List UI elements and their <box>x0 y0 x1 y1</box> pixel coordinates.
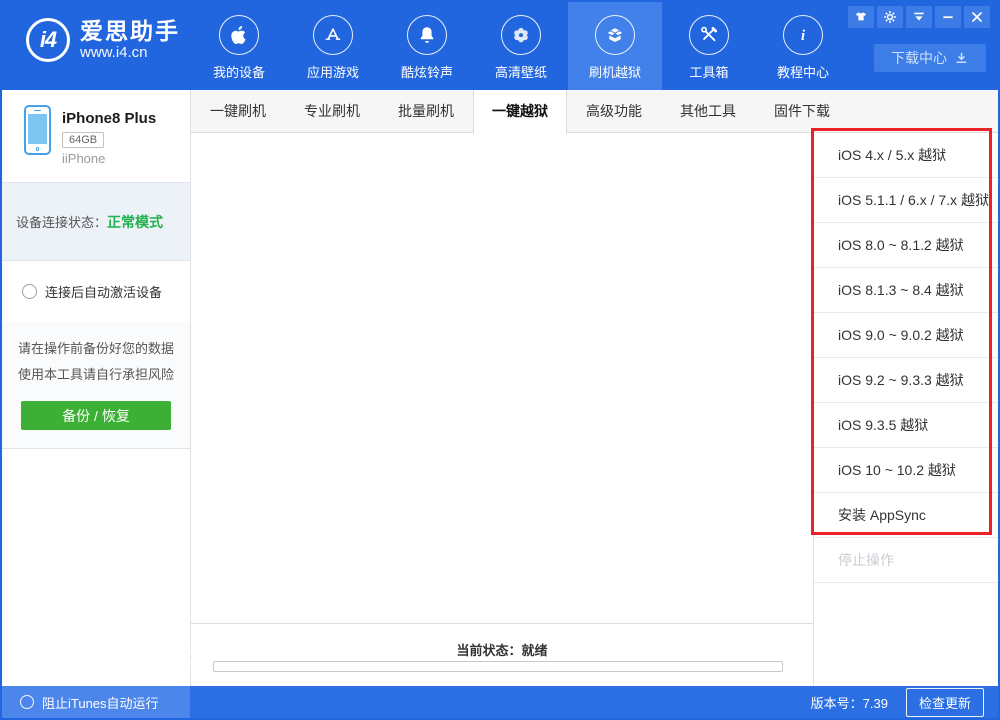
warning-line-1: 请在操作前备份好您的数据 <box>17 341 174 356</box>
tab-batch-flash[interactable]: 批量刷机 <box>379 90 473 133</box>
logo-text: 爱思助手 www.i4.cn <box>80 17 180 62</box>
auto-activate-option[interactable]: 连接后自动激活设备 <box>2 261 190 322</box>
tab-one-key-flash[interactable]: 一键刷机 <box>191 90 285 133</box>
current-status-text: 当前状态：就绪 <box>456 643 548 658</box>
connection-status-value: 正常模式 <box>107 213 164 230</box>
apple-icon <box>219 15 259 55</box>
nav-label: 刷机越狱 <box>588 65 641 80</box>
app-header: i4 爱思助手 www.i4.cn 我的设备 应用游戏 酷炫铃声 高清壁纸 刷机… <box>2 2 998 90</box>
backup-restore-button[interactable]: 备份 / 恢复 <box>21 401 171 430</box>
block-itunes-option[interactable]: 阻止iTunes自动运行 <box>2 686 190 718</box>
phone-speaker <box>34 109 41 112</box>
nav-label: 高清壁纸 <box>494 65 547 80</box>
nav-label: 酷炫铃声 <box>400 65 453 80</box>
footer-right: 版本号：7.39 检查更新 <box>190 687 998 717</box>
jailbreak-item-ios511-6-7[interactable]: iOS 5.1.1 / 6.x / 7.x 越狱 <box>814 178 998 223</box>
phone-screen <box>28 114 47 144</box>
download-center-button[interactable]: 下载中心 <box>874 44 986 72</box>
info-icon: i <box>783 15 823 55</box>
nav-item-flash-jailbreak[interactable]: 刷机越狱 <box>568 2 662 90</box>
footer-bar: 阻止iTunes自动运行 版本号：7.39 检查更新 <box>2 686 998 718</box>
jailbreak-item-ios813-84[interactable]: iOS 8.1.3 ~ 8.4 越狱 <box>814 268 998 313</box>
settings-icon[interactable] <box>877 6 903 28</box>
jailbreak-item-ios80-812[interactable]: iOS 8.0 ~ 8.1.2 越狱 <box>814 223 998 268</box>
tab-advanced[interactable]: 高级功能 <box>567 90 661 133</box>
block-itunes-label: 阻止iTunes自动运行 <box>42 695 159 711</box>
app-subtitle: www.i4.cn <box>80 43 148 61</box>
nav-item-tutorials[interactable]: i 教程中心 <box>756 2 850 90</box>
tab-other-tools[interactable]: 其他工具 <box>661 90 755 133</box>
download-icon <box>954 51 969 66</box>
jailbreak-item-ios935[interactable]: iOS 9.3.5 越狱 <box>814 403 998 448</box>
nav-label: 教程中心 <box>776 65 829 80</box>
auto-activate-label: 连接后自动激活设备 <box>45 285 163 300</box>
nav-label: 工具箱 <box>689 65 729 80</box>
jailbreak-item-ios92-933[interactable]: iOS 9.2 ~ 9.3.3 越狱 <box>814 358 998 403</box>
nav-item-ringtones[interactable]: 酷炫铃声 <box>380 2 474 90</box>
nav-item-wallpapers[interactable]: 高清壁纸 <box>474 2 568 90</box>
download-center-label: 下载中心 <box>891 50 947 66</box>
skin-icon[interactable] <box>848 6 874 28</box>
backup-warning-section: 请在操作前备份好您的数据 使用本工具请自行承担风险 备份 / 恢复 <box>2 322 190 449</box>
phone-home-button <box>35 147 40 151</box>
app-window: i4 爱思助手 www.i4.cn 我的设备 应用游戏 酷炫铃声 高清壁纸 刷机… <box>0 0 1000 720</box>
jailbreak-item-ios10-102[interactable]: iOS 10 ~ 10.2 越狱 <box>814 448 998 493</box>
connection-status-section: 设备连接状态： 正常模式 <box>2 182 190 261</box>
main-content <box>191 133 813 624</box>
device-nickname: iiPhone <box>62 151 106 166</box>
appstore-icon <box>313 15 353 55</box>
block-itunes-radio[interactable] <box>20 695 34 709</box>
device-info-section: iPhone8 Plus 64GB iiPhone <box>2 90 190 182</box>
device-sidebar: iPhone8 Plus 64GB iiPhone 设备连接状态： 正常模式 连… <box>2 90 191 686</box>
bell-icon <box>407 15 447 55</box>
logo-mark-text: i4 <box>39 27 57 52</box>
device-name: iPhone8 Plus <box>62 110 157 127</box>
jailbreak-action-panel: iOS 4.x / 5.x 越狱 iOS 5.1.1 / 6.x / 7.x 越… <box>813 133 998 686</box>
tab-pro-flash[interactable]: 专业刷机 <box>285 90 379 133</box>
subnav-tabs: 一键刷机 专业刷机 批量刷机 一键越狱 高级功能 其他工具 固件下载 <box>191 90 998 134</box>
auto-activate-radio[interactable] <box>22 284 37 299</box>
nav-item-apps-games[interactable]: 应用游戏 <box>286 2 380 90</box>
top-nav: 我的设备 应用游戏 酷炫铃声 高清壁纸 刷机越狱 工具箱 i 教程中心 <box>192 2 850 90</box>
progress-bar <box>213 661 783 672</box>
tab-one-key-jailbreak[interactable]: 一键越狱 <box>473 90 567 134</box>
version-label: 版本号：7.39 <box>810 695 888 711</box>
check-update-button[interactable]: 检查更新 <box>905 687 984 717</box>
minimize-icon[interactable] <box>935 6 961 28</box>
device-capacity-badge: 64GB <box>62 132 105 148</box>
wallpaper-icon <box>501 15 541 55</box>
connection-status-label: 设备连接状态： <box>16 215 108 230</box>
install-appsync-item[interactable]: 安装 AppSync <box>814 493 998 538</box>
nav-label: 我的设备 <box>212 65 265 80</box>
jailbreak-item-ios90-902[interactable]: iOS 9.0 ~ 9.0.2 越狱 <box>814 313 998 358</box>
warning-line-2: 使用本工具请自行承担风险 <box>17 367 174 382</box>
tab-firmware-download[interactable]: 固件下载 <box>755 90 849 133</box>
close-icon[interactable] <box>964 6 990 28</box>
iphone-icon <box>24 105 51 155</box>
app-title: 爱思助手 <box>80 17 180 44</box>
nav-item-toolbox[interactable]: 工具箱 <box>662 2 756 90</box>
nav-label: 应用游戏 <box>306 65 359 80</box>
jailbreak-box-icon <box>595 15 635 55</box>
i4-logo-icon: i4 <box>26 18 70 62</box>
window-controls <box>848 6 990 28</box>
collapse-icon[interactable] <box>906 6 932 28</box>
app-logo: i4 爱思助手 www.i4.cn <box>26 18 180 62</box>
stop-operation-button: 停止操作 <box>814 538 998 583</box>
jailbreak-item-ios4-5[interactable]: iOS 4.x / 5.x 越狱 <box>814 133 998 178</box>
toolbox-icon <box>689 15 729 55</box>
nav-item-my-devices[interactable]: 我的设备 <box>192 2 286 90</box>
svg-text:i: i <box>801 28 805 44</box>
